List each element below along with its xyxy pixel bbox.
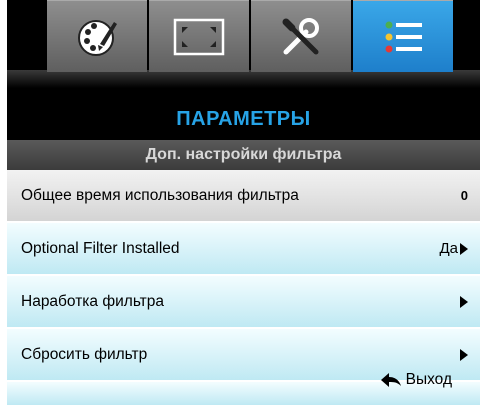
subtitle-bar: Доп. настройки фильтра xyxy=(7,140,480,170)
menu-item-optional-filter-installed[interactable]: Optional Filter Installed Да xyxy=(7,223,480,276)
menu-item-filter-reminder[interactable]: Наработка фильтра xyxy=(7,276,480,329)
screen-aspect-icon xyxy=(173,18,225,55)
page-title: ПАРАМЕТРЫ xyxy=(176,107,311,130)
tools-icon xyxy=(282,17,319,54)
exit-button[interactable]: Выход xyxy=(380,371,452,389)
title-bar: ПАРАМЕТРЫ xyxy=(7,88,480,140)
tab-image[interactable] xyxy=(47,0,147,72)
return-arrow-icon xyxy=(380,373,401,387)
menu-item-label: Общее время использования фильтра xyxy=(21,186,299,204)
tab-setup[interactable] xyxy=(251,0,351,72)
arrow-right-icon xyxy=(460,348,468,361)
menu-list: Общее время использования фильтра 0 Opti… xyxy=(7,170,480,382)
top-bar xyxy=(7,0,480,88)
menu-item-label: Сбросить фильтр xyxy=(21,345,148,363)
menu-item-filter-usage-hours[interactable]: Общее время использования фильтра 0 xyxy=(7,170,480,223)
list-menu-icon xyxy=(385,21,422,52)
exit-label: Выход xyxy=(405,371,452,388)
menu-item-value: Да xyxy=(439,240,458,257)
menu-item-label: Optional Filter Installed xyxy=(21,239,180,257)
tab-bar xyxy=(47,0,455,72)
arrow-right-icon xyxy=(460,242,468,255)
tab-options[interactable] xyxy=(353,0,453,72)
menu-item-label: Наработка фильтра xyxy=(21,292,165,310)
osd-menu: ПАРАМЕТРЫ Доп. настройки фильтра Общее в… xyxy=(7,0,480,405)
tab-display[interactable] xyxy=(149,0,249,72)
arrow-right-icon xyxy=(460,295,468,308)
menu-item-value: 0 xyxy=(460,188,468,203)
palette-icon xyxy=(78,19,117,56)
page-subtitle: Доп. настройки фильтра xyxy=(145,146,342,163)
